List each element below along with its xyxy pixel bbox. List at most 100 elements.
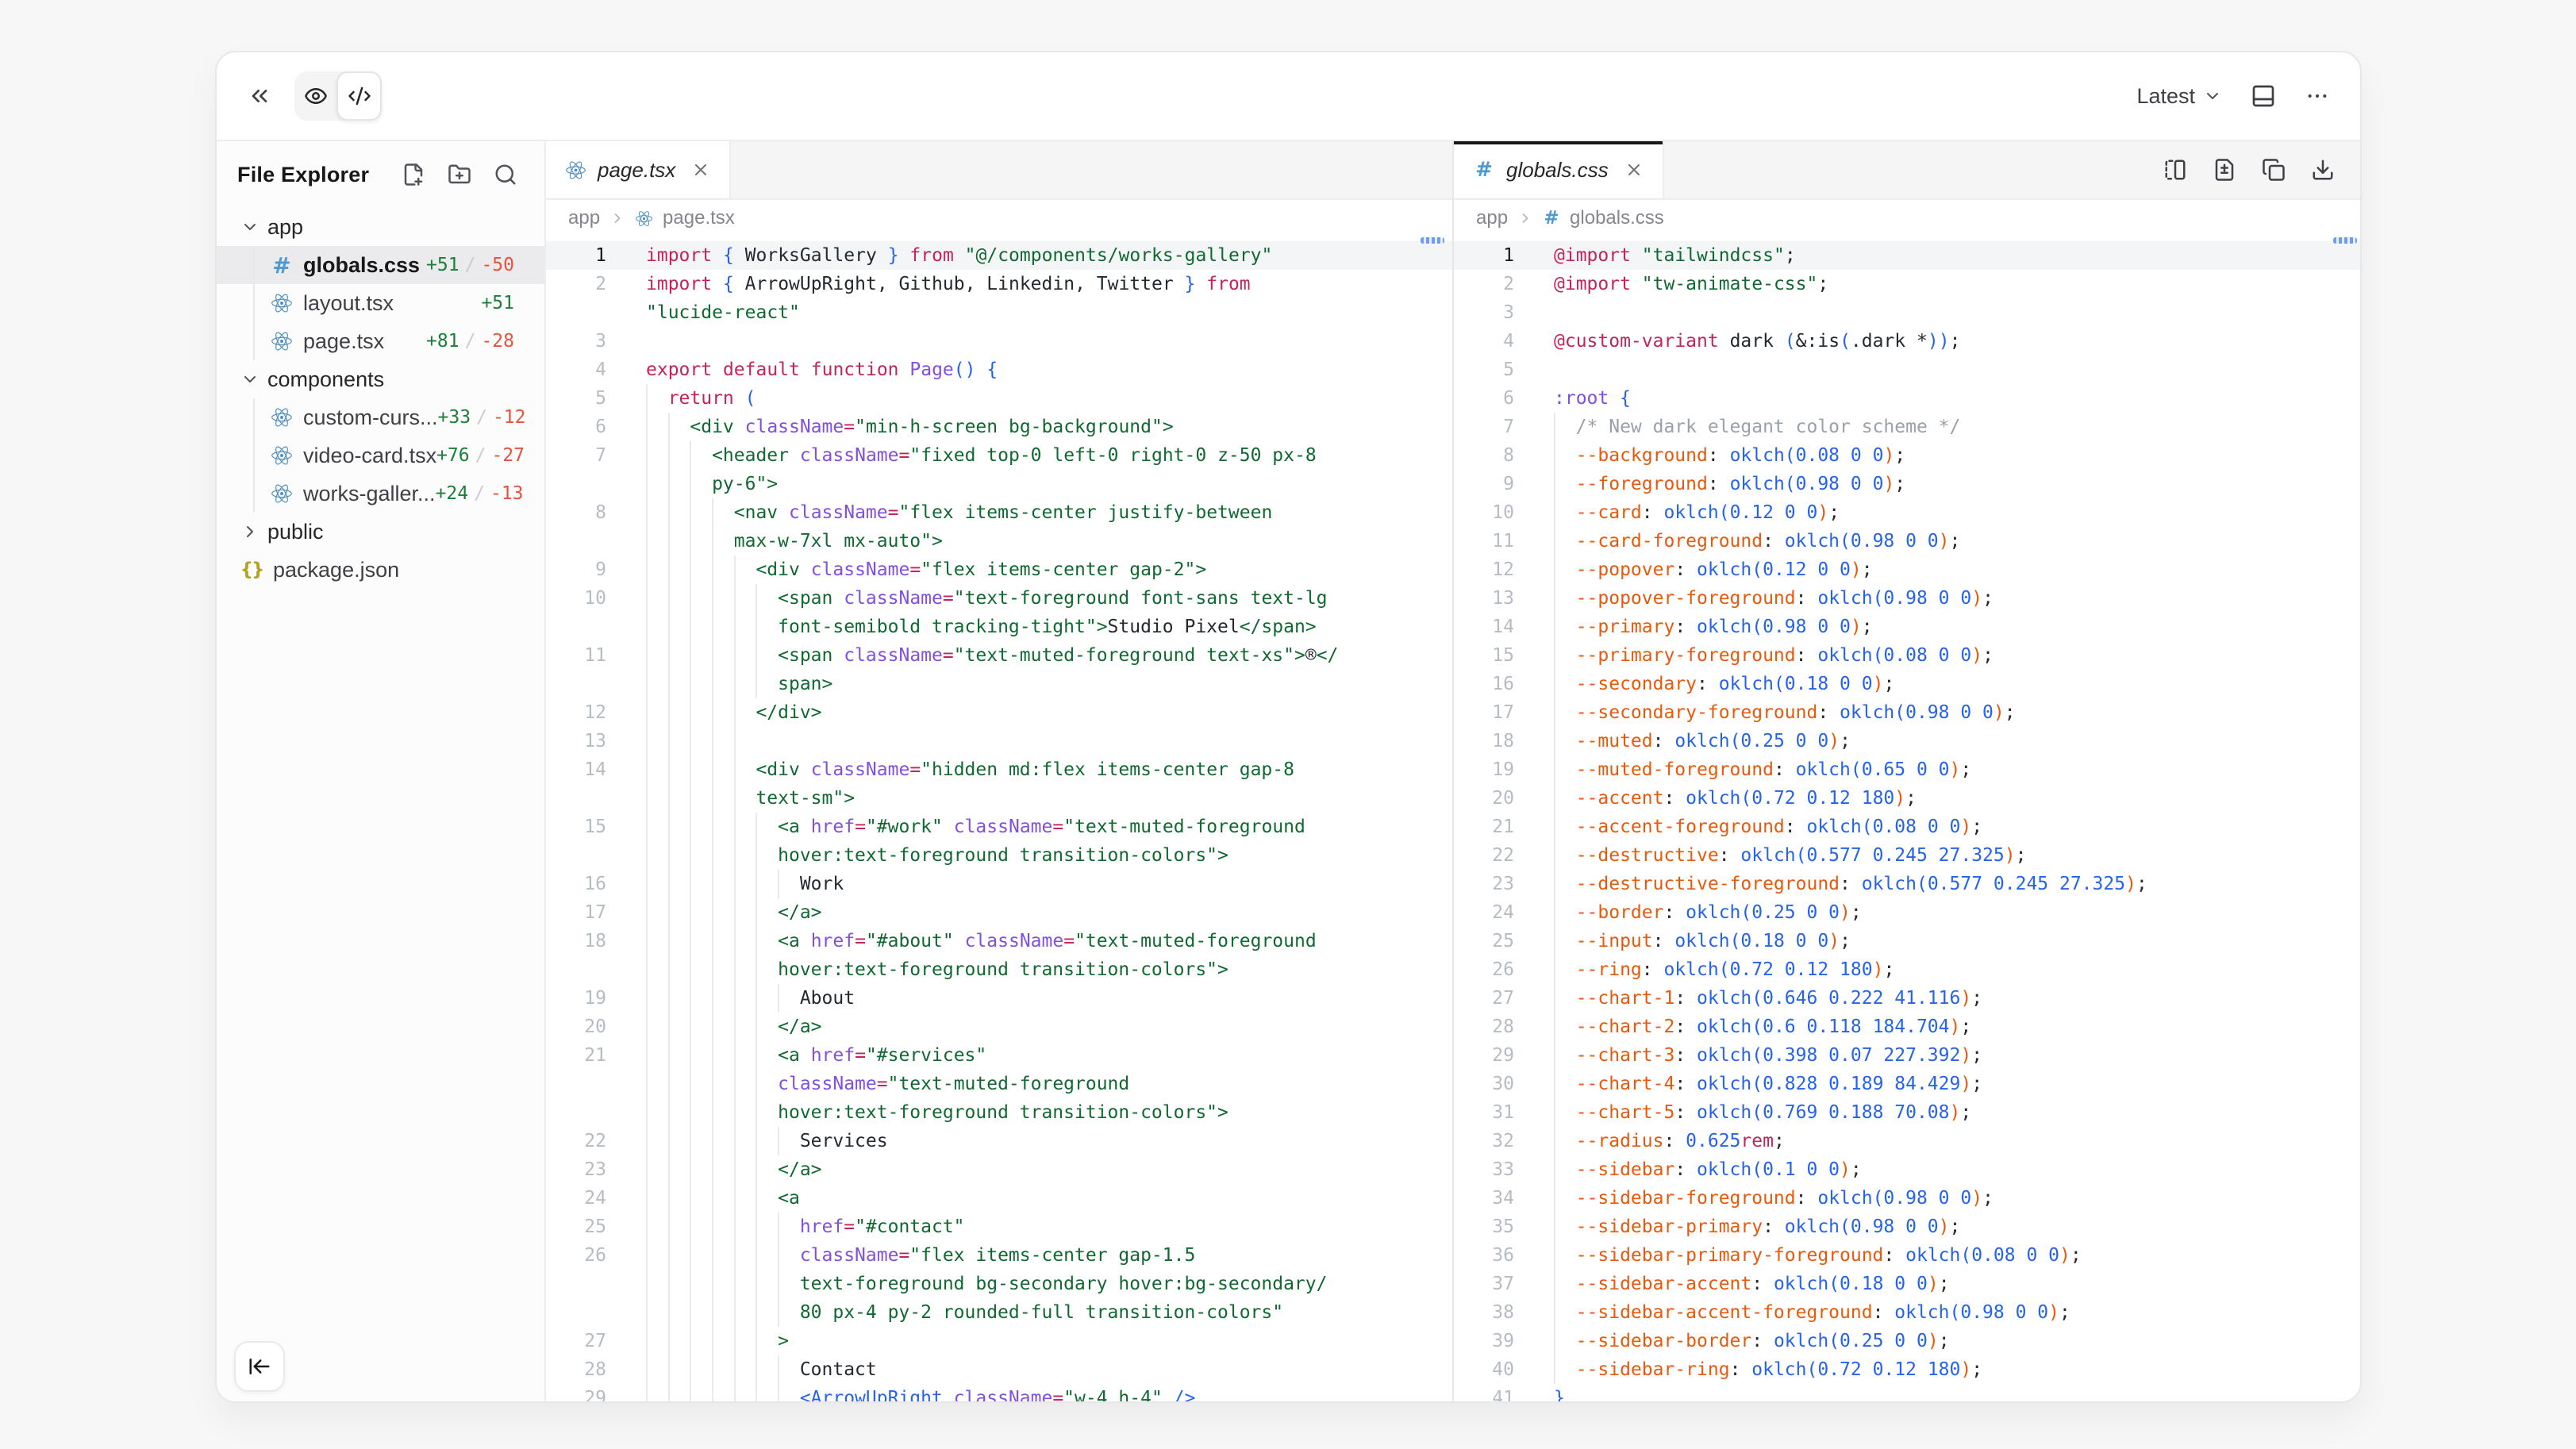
code-line: 23</a> [546,1155,1452,1184]
code-text: Work [800,870,844,898]
tree-item-video-card-tsx[interactable]: video-card.tsx+76/-27 [217,436,544,475]
preview-toggle-button[interactable] [294,71,336,121]
indent-guide [646,441,668,470]
indent-guide [1554,841,1576,870]
line-number: 6 [546,413,606,441]
tree-item-components[interactable]: components [217,360,544,398]
diff-added: +76 [436,445,470,466]
tree-item-layout-tsx[interactable]: layout.tsx+51 [217,284,544,322]
indent-guide [690,1241,712,1270]
code-line: 9--foreground: oklch(0.98 0 0); [1454,470,2360,498]
indent-guide [734,641,756,670]
indent-guide [734,955,756,984]
code-text: --chart-2: oklch(0.6 0.118 184.704); [1576,1013,1972,1041]
code-line: 20--accent: oklch(0.72 0.12 180); [1454,784,2360,813]
version-dropdown[interactable]: Latest [2136,84,2222,109]
file-diff-button[interactable] [2213,158,2236,182]
line-number [546,1070,606,1098]
tab-globals-css[interactable]: #globals.css [1454,141,1664,198]
code-text: <span className="text-muted-foreground t… [778,641,1338,670]
indent-guide [734,584,756,613]
split-dashed-button[interactable] [2163,158,2187,182]
indent-guide [646,498,668,527]
tree-item-globals-css[interactable]: #globals.css+51/-50 [217,246,544,284]
tab-close-button[interactable] [691,160,710,179]
code-text: export default function Page() { [646,356,998,384]
indent-guide [668,1384,690,1401]
tab-page-tsx[interactable]: page.tsx [546,141,731,198]
code-editor-page-tsx[interactable]: 1import { WorksGallery } from "@/compone… [546,236,1452,1401]
diff-removed: -12 [493,407,526,428]
diff-removed: -13 [490,483,524,504]
code-text: --primary-foreground: oklch(0.08 0 0); [1576,641,1994,670]
tree-item-package-json[interactable]: {}package.json [217,551,544,589]
code-line: 26--ring: oklch(0.72 0.12 180); [1454,955,2360,984]
indent-guide [755,670,778,698]
indent-guide [690,1384,712,1401]
indent-guide [690,984,712,1013]
code-line: 3 [1454,298,2360,327]
indent-guide [734,1127,756,1155]
tab-close-button[interactable] [1624,160,1644,179]
indent-guide [646,1127,668,1155]
more-options-button[interactable] [2305,83,2330,109]
indent-guide [690,1127,712,1155]
copy-button[interactable] [2262,158,2286,182]
line-number: 25 [1454,927,1514,955]
code-toggle-button[interactable] [336,71,382,121]
indent-guide [755,898,778,927]
css-icon: # [271,252,293,279]
indent-guide [690,727,712,755]
indent-guide [1554,641,1576,670]
line-number: 32 [1454,1127,1514,1155]
indent-guide [712,784,734,813]
code-editor-globals-css[interactable]: 1@import "tailwindcss";2@import "tw-anim… [1454,236,2360,1401]
indent-guide [1554,584,1576,613]
indent-guide [712,1013,734,1041]
code-line: 21<a href="#services" [546,1041,1452,1070]
indent-guide [646,1041,668,1070]
scrollbar-thumb[interactable] [2333,237,2357,244]
indent-guide [1554,813,1576,841]
indent-guide [734,1327,756,1355]
chevron-right-icon [240,522,260,541]
indent-guide [646,1184,668,1213]
scrollbar-thumb[interactable] [1421,237,1444,244]
indent-guide [646,641,668,670]
tree-item-works-galler[interactable]: works-galler...+24/-13 [217,475,544,513]
indent-guide [755,1298,778,1327]
search-files-button[interactable] [494,163,517,186]
indent-guide [712,1270,734,1298]
indent-guide [734,1270,756,1298]
line-number: 23 [546,1155,606,1184]
indent-guide [712,527,734,555]
new-folder-icon [448,163,471,186]
new-folder-button[interactable] [448,163,471,186]
download-button[interactable] [2311,158,2335,182]
code-line: 8--background: oklch(0.08 0 0); [1454,441,2360,470]
line-number: 17 [1454,698,1514,727]
collapse-explorer-button[interactable] [234,1341,285,1392]
tree-item-app[interactable]: app [217,208,544,246]
diff-separator: / [465,255,476,275]
diff-removed: -28 [481,331,514,352]
diff-removed: -27 [491,445,525,466]
line-number: 24 [546,1184,606,1213]
collapse-sidebar-button[interactable] [247,83,272,109]
panel-bottom-button[interactable] [2251,83,2276,109]
indent-guide [668,784,690,813]
code-line: span> [546,670,1452,698]
indent-guide [734,1241,756,1270]
code-line: 26className="flex items-center gap-1.5 [546,1241,1452,1270]
indent-guide [755,1155,778,1184]
code-line: 22Services [546,1127,1452,1155]
indent-guide [712,1184,734,1213]
tree-item-public[interactable]: public [217,513,544,551]
tree-item-page-tsx[interactable]: page.tsx+81/-28 [217,322,544,360]
tree-item-custom-curs[interactable]: custom-curs...+33/-12 [217,398,544,436]
indent-guide [690,1098,712,1127]
new-file-button[interactable] [402,163,425,186]
indent-guide [712,1327,734,1355]
indent-guide [690,1070,712,1098]
indent-guide [712,670,734,698]
